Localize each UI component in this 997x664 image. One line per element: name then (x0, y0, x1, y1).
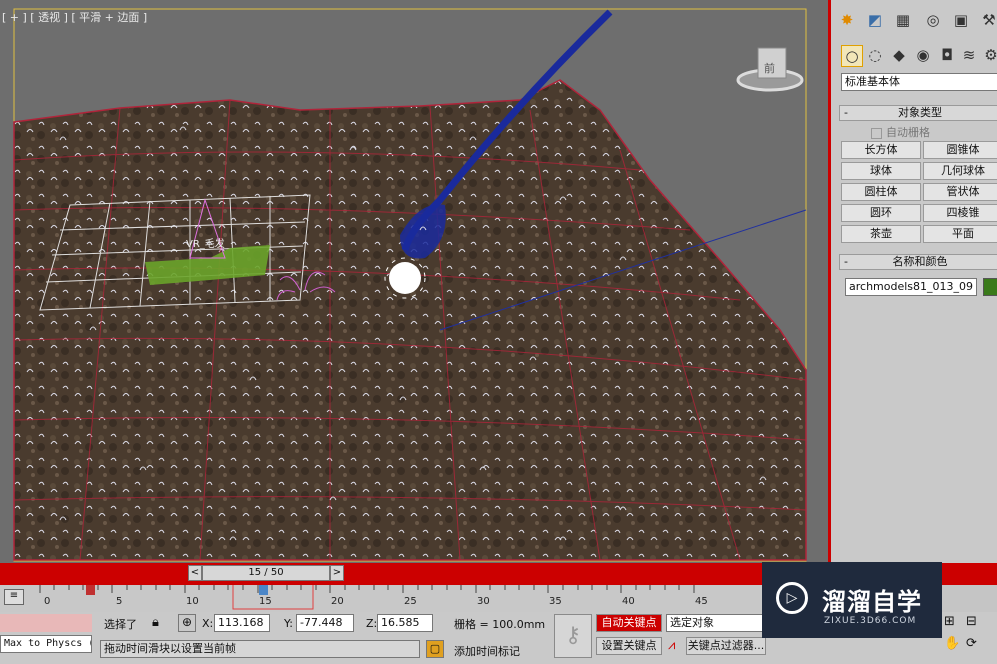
tick-label: 40 (622, 596, 635, 607)
tick-label: 5 (116, 596, 123, 607)
geosphere-button[interactable]: 几何球体 (923, 162, 997, 180)
z-coordinate-field[interactable]: 16.585 (377, 614, 433, 632)
tick-label: 45 (695, 596, 708, 607)
lock-selection-icon[interactable]: 🔒︎ (152, 615, 159, 630)
zoom-icon[interactable]: ⊞ (944, 614, 955, 629)
object-color-swatch[interactable] (983, 278, 997, 296)
key-filters-button[interactable]: 关键点过滤器... (686, 637, 766, 655)
command-panel: ✸ ◩ ▦ ◎ ▣ ⚒ ○ ◌ ◆ ◉ ◘ ≋ ⚙ 标准基本体 - 对象类型 自… (828, 0, 997, 563)
tick-label: 15 (259, 596, 272, 607)
box-button[interactable]: 长方体 (841, 141, 921, 159)
helpers-icon[interactable]: ◘ (937, 45, 957, 65)
zoom-all-icon[interactable]: ⊟ (966, 614, 977, 629)
object-type-rollout[interactable]: - 对象类型 (839, 105, 997, 121)
hierarchy-icon[interactable]: ▦ (893, 10, 913, 30)
category-dropdown-value: 标准基本体 (845, 75, 900, 88)
time-slider[interactable]: 15 / 50 (202, 565, 330, 581)
cone-button[interactable]: 圆锥体 (923, 141, 997, 159)
cameras-icon[interactable]: ◉ (913, 45, 933, 65)
display-icon[interactable]: ▣ (951, 10, 971, 30)
autogrid-label: 自动栅格 (886, 126, 930, 139)
set-key-button[interactable]: 设置关键点 (596, 637, 662, 655)
create-icon[interactable]: ✸ (837, 10, 857, 30)
tick-label: 10 (186, 596, 199, 607)
watermark-logo: ▷ 溜溜自学 ZIXUE.3D66.COM (762, 562, 942, 638)
perspective-viewport[interactable]: [ + ] [ 透视 ] [ 平滑 + 边面 ] VR_毛发 前 (0, 0, 828, 563)
x-label: X: (202, 617, 214, 630)
y-coordinate-field[interactable]: -77.448 (296, 614, 354, 632)
pyramid-button[interactable]: 四棱锥 (923, 204, 997, 222)
watermark-subtitle: ZIXUE.3D66.COM (824, 616, 917, 626)
watermark-title: 溜溜自学 (822, 588, 922, 616)
autogrid-checkbox[interactable]: 自动栅格 (871, 124, 930, 140)
shapes-icon[interactable]: ◌ (865, 45, 885, 65)
tick-label: 30 (477, 596, 490, 607)
sphere-button[interactable]: 球体 (841, 162, 921, 180)
lights-icon[interactable]: ◆ (889, 45, 909, 65)
tick-label: 35 (549, 596, 562, 607)
track-bar[interactable]: 0 5 10 15 20 25 30 35 40 45 (0, 585, 770, 612)
motion-icon[interactable]: ◎ (923, 10, 943, 30)
category-dropdown[interactable]: 标准基本体 (841, 73, 997, 91)
modify-icon[interactable]: ◩ (865, 10, 885, 30)
mini-curve-editor-icon[interactable]: ≡ (4, 589, 24, 605)
next-frame-button[interactable]: > (330, 565, 344, 581)
name-color-rollout[interactable]: - 名称和颜色 (839, 254, 997, 270)
time-tag-icon[interactable]: ▢ (426, 640, 444, 658)
viewport-label[interactable]: [ + ] [ 透视 ] [ 平滑 + 边面 ] (2, 9, 147, 25)
maxscript-mini-listener[interactable]: Max to Physcs ( (0, 635, 92, 653)
plane-button[interactable]: 平面 (923, 225, 997, 243)
checkbox-icon (871, 127, 882, 139)
rollout-title: 对象类型 (898, 106, 942, 119)
tick-label: 0 (44, 596, 51, 607)
rollout-title: 名称和颜色 (892, 255, 948, 268)
auto-key-button[interactable]: 自动关键点 (596, 614, 662, 632)
collapse-icon: - (844, 255, 848, 268)
selection-set-dropdown[interactable]: 选定对象 (666, 614, 766, 632)
prev-frame-button[interactable]: < (188, 565, 202, 581)
tick-label: 20 (331, 596, 344, 607)
add-time-tag[interactable]: 添加时间标记 (454, 643, 520, 659)
prompt-line: 拖动时间滑块以设置当前帧 (100, 640, 420, 658)
maxscript-mini-listener-top[interactable] (0, 614, 92, 632)
cylinder-button[interactable]: 圆柱体 (841, 183, 921, 201)
set-key-icon[interactable]: ⚷ (554, 614, 592, 658)
x-coordinate-field[interactable]: 113.168 (214, 614, 270, 632)
collapse-icon: - (844, 106, 848, 119)
grid-size-label: 栅格 = 100.0mm (454, 618, 546, 631)
viewcube[interactable]: 前 (764, 60, 775, 76)
orbit-icon[interactable]: ⟳ (966, 636, 977, 651)
systems-icon[interactable]: ⚙ (981, 45, 997, 65)
z-label: Z: (366, 617, 378, 630)
utilities-icon[interactable]: ⚒ (979, 10, 997, 30)
geometry-icon[interactable]: ○ (841, 45, 863, 67)
teapot-button[interactable]: 茶壶 (841, 225, 921, 243)
curve-icon: ⩘ (668, 638, 676, 653)
object-name-field[interactable]: archmodels81_013_09 (845, 278, 977, 296)
object-label: VR_毛发 (186, 239, 225, 250)
pan-icon[interactable]: ✋ (944, 636, 960, 651)
torus-button[interactable]: 圆环 (841, 204, 921, 222)
spacewarps-icon[interactable]: ≋ (959, 45, 979, 65)
scene-render (13, 8, 807, 562)
selection-count: 选择了 (104, 618, 137, 631)
tube-button[interactable]: 管状体 (923, 183, 997, 201)
transform-mode-icon[interactable]: ⊕ (178, 614, 196, 632)
play-logo-icon: ▷ (776, 582, 808, 614)
tick-label: 25 (404, 596, 417, 607)
y-label: Y: (284, 617, 293, 630)
